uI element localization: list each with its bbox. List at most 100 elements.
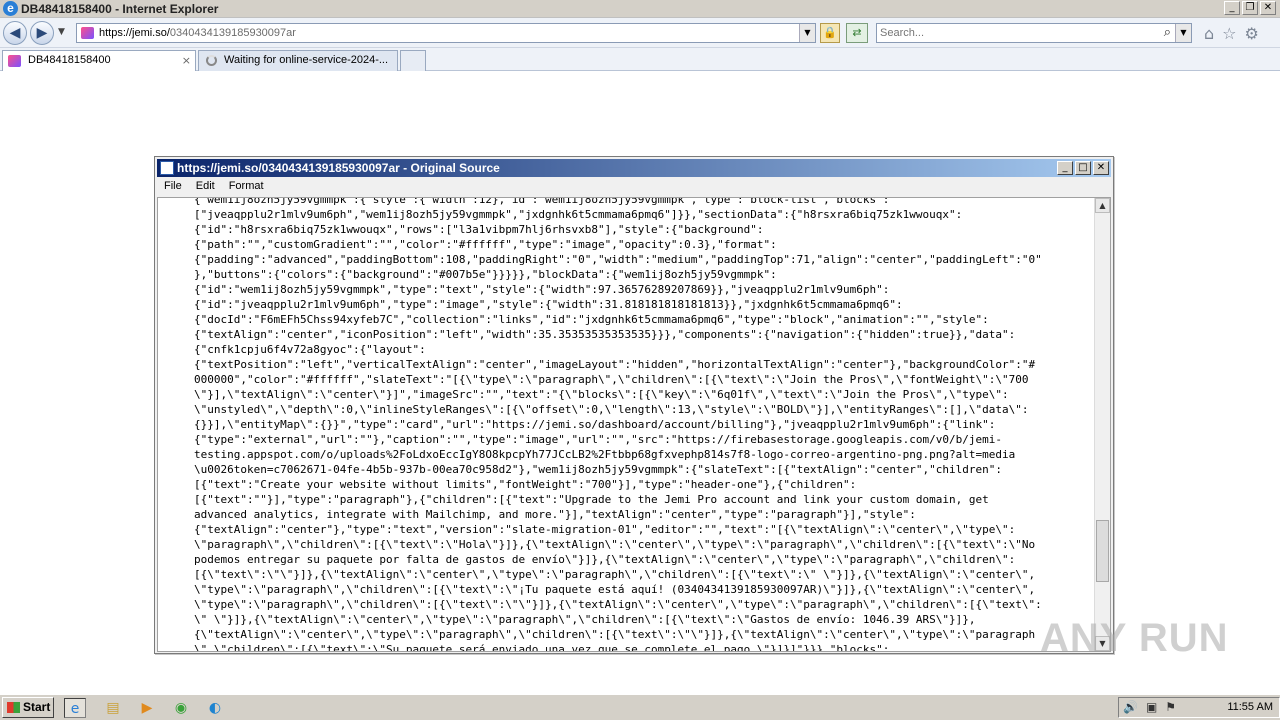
source-code-line: \"type\":\"paragraph\",\"children\":[{\"… [194, 598, 1042, 611]
anyrun-watermark: ANY RUN [1040, 616, 1229, 660]
source-code-line: \"paragraph\",\"children\":[{\"text\":\"… [194, 538, 1036, 551]
loading-spinner-icon [206, 55, 217, 66]
forward-button[interactable]: ▶ [30, 21, 54, 45]
source-code-line: {"id":"h8rsxra6biq75zk1wwouqx","rows":["… [194, 223, 764, 236]
source-menu-bar: File Edit Format [157, 178, 1111, 196]
start-button[interactable]: Start [2, 697, 54, 718]
source-window-title-bar: https://jemi.so/0340434139185930097ar - … [157, 159, 1111, 177]
taskbar-media-player-icon[interactable]: ▶ [136, 698, 158, 718]
source-code-line: \" \"}]},{\"textAlign\":\"center\",\"typ… [194, 613, 976, 626]
browser-tool-icons: ⌂ ☆ ⚙ [1204, 24, 1259, 43]
source-text-area[interactable]: {"wem1ij8ozh5jy59vgmmpk":{"style":{"widt… [157, 197, 1111, 652]
source-code-line: {"path":"","customGradient":"","color":"… [194, 238, 777, 251]
source-code-line: podemos entregar su paquete por falta de… [194, 553, 1016, 566]
source-code-line: [{"text":"Create your website without li… [194, 478, 857, 491]
clock[interactable]: 11:55 AM [1227, 701, 1273, 713]
recent-pages-dropdown-icon[interactable]: ▼ [58, 27, 65, 37]
window-title: DB48418158400 - Internet Explorer [21, 2, 219, 16]
source-code-line: {"id":"wem1ij8ozh5jy59vgmmpk","type":"te… [194, 283, 890, 296]
tab-label: Waiting for online-service-2024-... [224, 54, 389, 66]
source-window-controls: _ □ ✕ [1057, 161, 1109, 175]
source-viewer-window: https://jemi.so/0340434139185930097ar - … [154, 156, 1114, 654]
tray-icons: 🔊 ▣ ⚑ [1123, 700, 1176, 714]
source-maximize-button[interactable]: □ [1075, 161, 1091, 175]
volume-icon[interactable]: 🔊 [1123, 700, 1138, 714]
compatibility-refresh-icon[interactable]: ⇄ [846, 23, 868, 43]
tab-favicon-icon [8, 55, 21, 67]
url-host: https://jemi.so/ [99, 27, 170, 39]
source-code-line: \"unstyled\",\"depth\":0,\"inlineStyleRa… [194, 403, 1029, 416]
source-code-line: {"padding":"advanced","paddingBottom":10… [194, 253, 1042, 266]
tools-gear-icon[interactable]: ⚙ [1245, 24, 1259, 43]
new-tab-button[interactable] [400, 50, 426, 71]
back-button[interactable]: ◀ [3, 21, 27, 45]
source-code: {"wem1ij8ozh5jy59vgmmpk":{"style":{"widt… [194, 197, 1094, 652]
source-code-line: \"}],\"textAlign\":\"center\"}]","imageS… [194, 388, 1009, 401]
menu-edit[interactable]: Edit [189, 178, 222, 196]
scroll-up-icon[interactable]: ▲ [1095, 198, 1110, 213]
search-input[interactable] [880, 26, 1150, 40]
source-minimize-button[interactable]: _ [1057, 161, 1073, 175]
address-bar[interactable]: https://jemi.so/0340434139185930097ar ▼ [76, 23, 816, 43]
source-code-line: {"id":"jveaqpplu2r1mlv9um6ph","type":"im… [194, 298, 903, 311]
taskbar-ie-icon[interactable]: e [64, 698, 86, 718]
source-code-line: \",\"children\":[{\"text\":\"Su paquete … [194, 643, 890, 652]
source-code-line: {\"textAlign\":\"center\",\"type\":\"par… [194, 628, 1036, 641]
system-tray: 🔊 ▣ ⚑ 11:55 AM [1118, 697, 1280, 718]
address-dropdown-icon[interactable]: ▼ [799, 24, 815, 42]
url-path: 0340434139185930097ar [169, 27, 296, 39]
address-url[interactable]: https://jemi.so/0340434139185930097ar [99, 27, 296, 39]
source-code-line: \"type\":\"paragraph\",\"children\":[{\"… [194, 583, 1036, 596]
site-favicon-icon [81, 27, 94, 39]
home-icon[interactable]: ⌂ [1204, 24, 1214, 43]
taskbar-explorer-icon[interactable]: ▤ [102, 698, 124, 718]
source-code-line: {"docId":"F6mEFh5Chss94xyfeb7C","collect… [194, 313, 989, 326]
network-icon[interactable]: ▣ [1146, 700, 1157, 714]
source-code-line: testing.appspot.com/o/uploads%2FoLdxoEcc… [194, 448, 1016, 461]
taskbar-edge-icon[interactable]: ◐ [204, 698, 226, 718]
security-lock-icon[interactable]: 🔒 [820, 23, 840, 43]
menu-file[interactable]: File [157, 178, 189, 196]
source-code-line: [{\"text\":\"\"}]},{\"textAlign\":\"cent… [194, 568, 1036, 581]
tab-bar: DB48418158400 × Waiting for online-servi… [0, 48, 1280, 71]
document-icon [160, 161, 174, 175]
vertical-scrollbar[interactable]: ▲ ▼ [1094, 198, 1110, 651]
source-code-line: [{"text":""}],"type":"paragraph"},{"chil… [194, 493, 989, 506]
source-code-line: {"type":"external","url":""},"caption":"… [194, 433, 1002, 446]
source-code-line: \u0026token=c7062671-04fe-4b5b-937b-00ea… [194, 463, 1002, 476]
taskbar-chrome-icon[interactable]: ◉ [170, 698, 192, 718]
internet-explorer-icon: e [3, 1, 18, 16]
restore-button[interactable]: ❐ [1242, 1, 1258, 15]
source-code-line: {}}],\"entityMap\":{}}","type":"card","u… [194, 418, 996, 431]
source-code-line: },"buttons":{"colors":{"background":"#00… [194, 268, 777, 281]
source-code-line: ["jveaqpplu2r1mlv9um6ph","wem1ij8ozh5jy5… [194, 208, 963, 221]
search-icon[interactable]: ⌕ [1164, 25, 1171, 40]
tab-loading[interactable]: Waiting for online-service-2024-... [198, 50, 398, 71]
search-dropdown-icon[interactable]: ▼ [1175, 24, 1191, 42]
close-button[interactable]: ✕ [1260, 1, 1276, 15]
source-code-line: advanced analytics, integrate with Mailc… [194, 508, 916, 521]
window-controls: _ ❐ ✕ [1224, 1, 1276, 15]
source-window-title: https://jemi.so/0340434139185930097ar - … [177, 161, 500, 175]
source-code-line: {"cnfk1cpju6f4v72a8gyoc":{"layout": [194, 343, 426, 356]
tab-close-icon[interactable]: × [182, 51, 191, 70]
source-code-line: {"textAlign":"center"},"type":"text","ve… [194, 523, 1016, 536]
source-code-line: 000000","color":"#ffffff","slateText":"[… [194, 373, 1029, 386]
scroll-thumb[interactable] [1096, 520, 1109, 582]
menu-format[interactable]: Format [222, 178, 271, 196]
search-box[interactable]: ⌕ ▼ [876, 23, 1192, 43]
minimize-button[interactable]: _ [1224, 1, 1240, 15]
favorites-star-icon[interactable]: ☆ [1222, 24, 1236, 43]
windows-logo-icon [7, 702, 20, 713]
browser-title-bar: e DB48418158400 - Internet Explorer _ ❐ … [0, 0, 1280, 18]
start-label: Start [23, 700, 51, 714]
source-close-button[interactable]: ✕ [1093, 161, 1109, 175]
tab-active[interactable]: DB48418158400 × [2, 50, 196, 71]
source-code-line: {"textAlign":"center","iconPosition":"le… [194, 328, 1016, 341]
navigation-bar: ◀ ▶ ▼ https://jemi.so/034043413918593009… [0, 18, 1280, 48]
action-center-flag-icon[interactable]: ⚑ [1165, 700, 1176, 714]
taskbar: Start e ▤ ▶ ◉ ◐ 🔊 ▣ ⚑ 11:55 AM [0, 694, 1280, 720]
source-code-line: {"textPosition":"left","verticalTextAlig… [194, 358, 1036, 371]
source-code-line: {"wem1ij8ozh5jy59vgmmpk":{"style":{"widt… [194, 197, 890, 206]
tab-label: DB48418158400 [28, 54, 111, 66]
